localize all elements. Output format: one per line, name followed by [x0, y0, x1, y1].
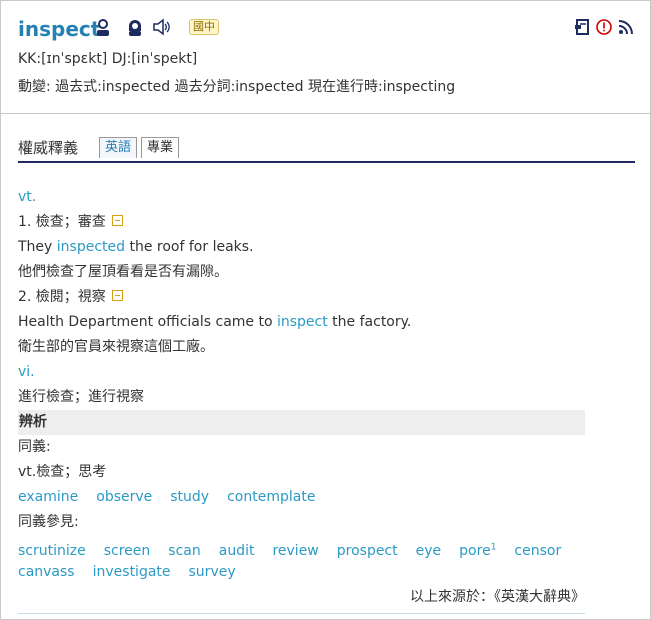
see-also-link[interactable]: pore1	[459, 542, 497, 559]
tab-professional[interactable]: 專業	[141, 137, 180, 158]
see-also-link[interactable]: investigate	[93, 564, 171, 580]
see-also-link[interactable]: scrutinize	[18, 543, 86, 559]
headword: inspect	[18, 17, 101, 41]
synonym-link[interactable]: study	[170, 489, 209, 505]
example-keyword: inspected	[56, 239, 126, 255]
level-badge: 國中	[189, 19, 219, 35]
superscript: 1	[490, 542, 497, 552]
example-2: Health Department officials came to insp…	[18, 310, 585, 335]
sense-1-text: 1. 檢查；審查	[18, 214, 106, 230]
synonym-link[interactable]: examine	[18, 489, 78, 505]
see-also-link[interactable]: prospect	[337, 543, 398, 559]
pronunciation: KK:[ɪnˈspɛkt] DJ:[inˈspekt]	[18, 51, 198, 67]
synonym-links: examine observe study contemplate	[18, 485, 585, 510]
female-voice-icon[interactable]	[125, 17, 145, 41]
tool-icons	[574, 19, 634, 39]
divider	[18, 613, 585, 614]
speaker-icon[interactable]	[151, 17, 171, 41]
source-note: 以上來源於：《英漢大辭典》	[410, 589, 585, 605]
pronunciation-icons	[93, 17, 171, 41]
dictionary-panel: inspect 國中 KK:[ɪnˈspɛkt] DJ:[inˈspekt] 動…	[0, 0, 651, 620]
example-keyword: inspect	[276, 314, 328, 330]
synonym-label: 同義:	[18, 439, 51, 455]
see-also-link[interactable]: scan	[168, 543, 200, 559]
example-text: Health Department officials came to	[18, 314, 277, 330]
definition-tabs: 權威釋義 英語 專業	[18, 135, 635, 163]
pos-vt: vt.	[18, 189, 37, 205]
see-also-link[interactable]: canvass	[18, 564, 75, 580]
definitions: vt. 1. 檢查；審查 They inspected the roof for…	[18, 185, 585, 610]
collapse-icon[interactable]	[111, 290, 123, 301]
example-1: They inspected the roof for leaks.	[18, 235, 585, 260]
sense-2-text: 2. 檢閱；視察	[18, 289, 106, 305]
rss-icon[interactable]	[618, 19, 634, 39]
see-also-links-2: canvass investigate survey	[18, 560, 585, 585]
authority-label: 權威釋義	[18, 139, 79, 157]
see-also-link[interactable]: screen	[104, 543, 151, 559]
section-title: 辨析	[18, 410, 585, 435]
see-also-link[interactable]: censor	[514, 543, 561, 559]
see-also-link[interactable]: survey	[189, 564, 236, 580]
synonym-link[interactable]: observe	[96, 489, 152, 505]
tab-english[interactable]: 英語	[99, 137, 138, 158]
see-also-link-text: pore	[459, 542, 491, 559]
vi-sense: 進行檢查；進行視察	[18, 389, 144, 405]
male-voice-icon[interactable]	[93, 17, 113, 41]
sense-1: 1. 檢查；審查	[18, 210, 585, 235]
see-also-link[interactable]: audit	[219, 543, 255, 559]
synonym-sense: vt.檢查；思考	[18, 464, 107, 480]
word-header: inspect 國中 KK:[ɪnˈspɛkt] DJ:[inˈspekt] 動…	[1, 1, 650, 114]
inflections: 動變: 過去式:inspected 過去分詞:inspected 現在進行時:i…	[18, 79, 456, 95]
collapse-icon[interactable]	[111, 215, 123, 226]
example-2-translation: 衛生部的官員來視察這個工廠。	[18, 339, 214, 355]
example-text: the roof for leaks.	[125, 239, 254, 255]
pos-vi: vi.	[18, 364, 35, 380]
see-also-link[interactable]: review	[272, 543, 318, 559]
example-text: the factory.	[327, 314, 412, 330]
see-also-link[interactable]: eye	[416, 543, 442, 559]
see-also-label: 同義參見:	[18, 514, 79, 530]
sense-2: 2. 檢閱；視察	[18, 285, 585, 310]
synonym-link[interactable]: contemplate	[227, 489, 315, 505]
notebook-icon[interactable]	[574, 19, 590, 39]
example-1-translation: 他們檢查了屋頂看看是否有漏隙。	[18, 264, 228, 280]
alert-icon[interactable]	[596, 19, 612, 39]
example-text: They	[18, 239, 57, 255]
see-also-links: scrutinize screen scan audit review prospect e…	[18, 535, 585, 560]
